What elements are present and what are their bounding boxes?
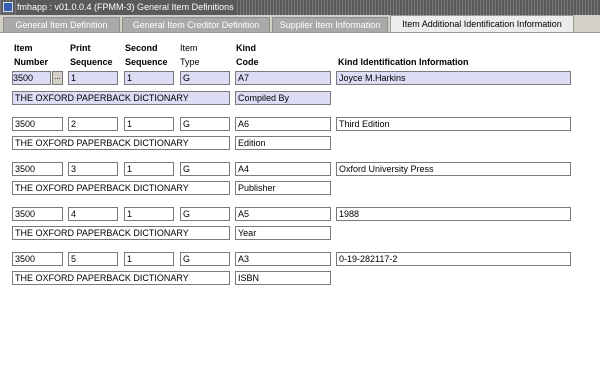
kind-identification-field[interactable]: Joyce M.Harkins (336, 71, 571, 85)
kind-description-field[interactable]: Publisher (235, 181, 331, 195)
kind-code-field[interactable]: A3 (235, 252, 331, 266)
item-description-field[interactable]: THE OXFORD PAPERBACK DICTIONARY (12, 181, 230, 195)
second-sequence-field[interactable]: 1 (124, 162, 174, 176)
form-canvas: Item Number Print Sequence Second Sequen… (0, 32, 600, 378)
kind-identification-field[interactable]: Third Edition (336, 117, 571, 131)
print-sequence-field[interactable]: 1 (68, 71, 118, 85)
header-item-number-line1: Item (14, 43, 33, 53)
header-item-type-line2: Type (180, 57, 200, 67)
header-second-sequence-line1: Second (125, 43, 158, 53)
header-item-type-line1: Item (180, 43, 198, 53)
header-print-sequence-line1: Print (70, 43, 91, 53)
header-second-sequence-line2: Sequence (125, 57, 168, 67)
item-description-field[interactable]: THE OXFORD PAPERBACK DICTIONARY (12, 91, 230, 105)
item-type-field[interactable]: G (180, 117, 230, 131)
second-sequence-field[interactable]: 1 (124, 207, 174, 221)
item-number-field[interactable]: 3500 (12, 252, 63, 266)
kind-description-field[interactable]: Edition (235, 136, 331, 150)
kind-identification-field[interactable]: 1988 (336, 207, 571, 221)
kind-identification-field[interactable]: Oxford University Press (336, 162, 571, 176)
kind-code-field[interactable]: A6 (235, 117, 331, 131)
kind-code-field[interactable]: A7 (235, 71, 331, 85)
second-sequence-field[interactable]: 1 (124, 252, 174, 266)
item-type-field[interactable]: G (180, 162, 230, 176)
tab-general-item-creditor-definition[interactable]: General Item Creditor Definition (122, 17, 270, 32)
tab-item-additional-identification-information[interactable]: Item Additional Identification Informati… (390, 15, 574, 32)
kind-description-field[interactable]: Year (235, 226, 331, 240)
title-bar: fmhapp : v01.0.0.4 (FPMM-3) General Item… (0, 0, 600, 15)
print-sequence-field[interactable]: 3 (68, 162, 118, 176)
tab-general-item-definition[interactable]: General Item Definition (3, 17, 120, 32)
item-number-field[interactable]: 3500 (12, 162, 63, 176)
tab-supplier-item-information[interactable]: Supplier Item Information (272, 17, 388, 32)
kind-description-field[interactable]: Compiled By (235, 91, 331, 105)
kind-code-field[interactable]: A5 (235, 207, 331, 221)
kind-code-field[interactable]: A4 (235, 162, 331, 176)
print-sequence-field[interactable]: 2 (68, 117, 118, 131)
kind-identification-field[interactable]: 0-19-282117-2 (336, 252, 571, 266)
header-kind-code-line1: Kind (236, 43, 256, 53)
header-print-sequence-line2: Sequence (70, 57, 113, 67)
header-kind-identification-information: Kind Identification Information (338, 57, 469, 67)
item-number-field[interactable]: 3500 (12, 117, 63, 131)
item-description-field[interactable]: THE OXFORD PAPERBACK DICTIONARY (12, 271, 230, 285)
item-type-field[interactable]: G (180, 207, 230, 221)
item-description-field[interactable]: THE OXFORD PAPERBACK DICTIONARY (12, 226, 230, 240)
item-type-field[interactable]: G (180, 252, 230, 266)
tab-strip: General Item Definition General Item Cre… (0, 15, 600, 32)
print-sequence-field[interactable]: 5 (68, 252, 118, 266)
header-item-number-line2: Number (14, 57, 49, 67)
header-kind-code-line2: Code (236, 57, 259, 67)
item-number-field[interactable]: 3500 (12, 71, 51, 85)
item-number-field[interactable]: 3500 (12, 207, 63, 221)
item-type-field[interactable]: G (180, 71, 230, 85)
app-icon (3, 2, 13, 12)
window-title: fmhapp : v01.0.0.4 (FPMM-3) General Item… (16, 0, 237, 15)
item-description-field[interactable]: THE OXFORD PAPERBACK DICTIONARY (12, 136, 230, 150)
item-number-value: 3500 (13, 73, 34, 83)
print-sequence-field[interactable]: 4 (68, 207, 118, 221)
item-number-lov-button[interactable]: ... (52, 71, 63, 85)
second-sequence-field[interactable]: 1 (124, 71, 174, 85)
kind-description-field[interactable]: ISBN (235, 271, 331, 285)
second-sequence-field[interactable]: 1 (124, 117, 174, 131)
